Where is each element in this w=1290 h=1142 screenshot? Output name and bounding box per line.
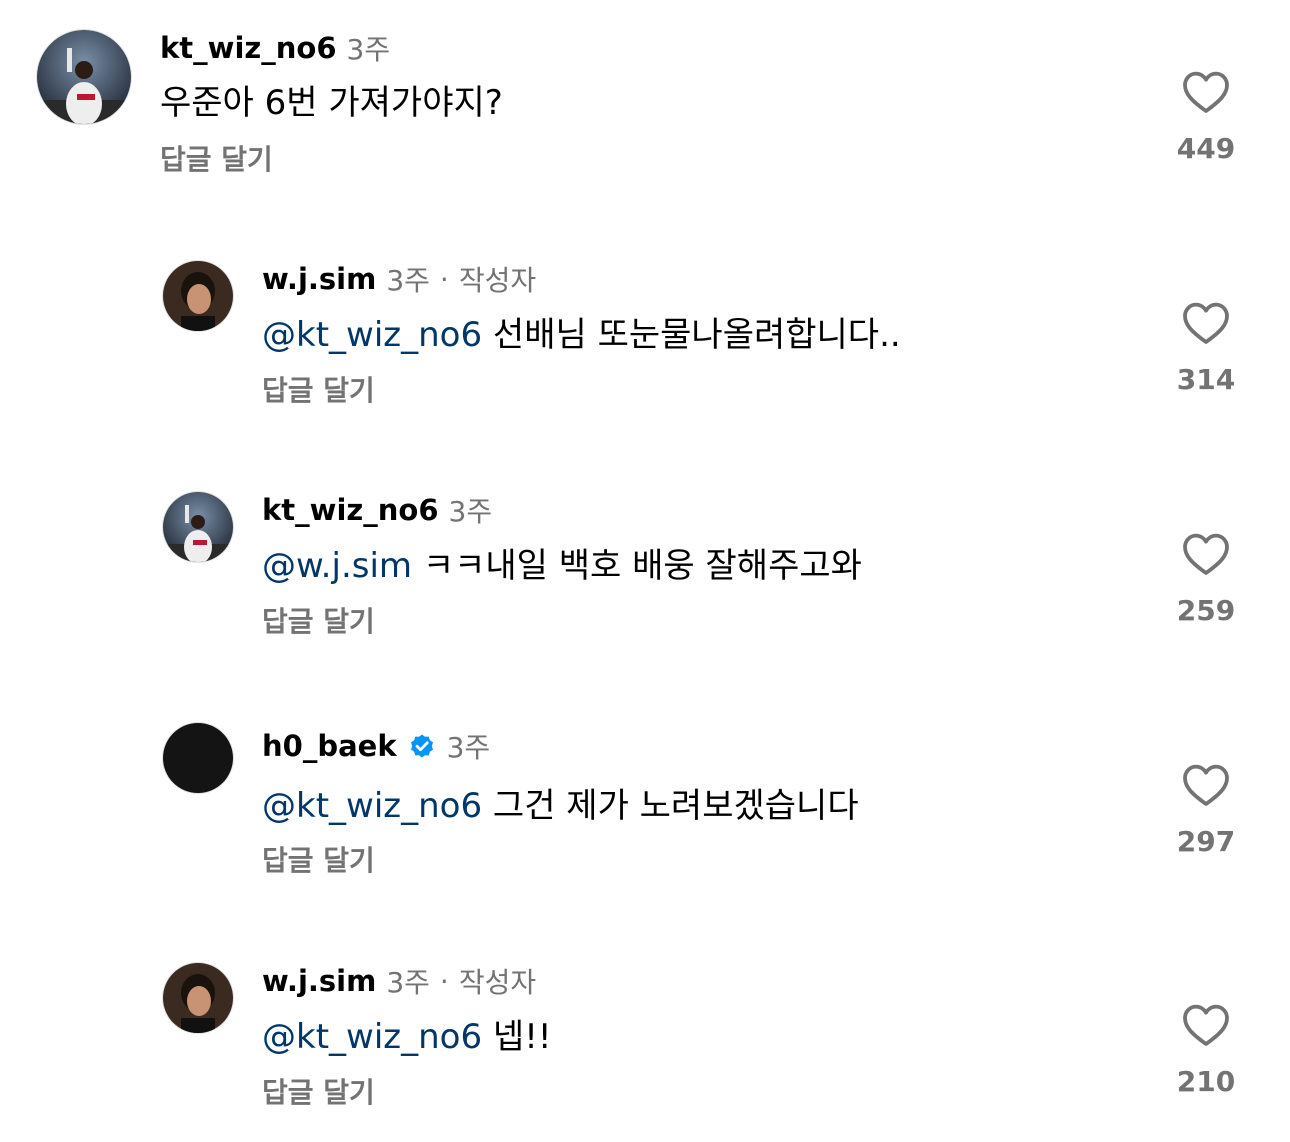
username[interactable]: w.j.sim xyxy=(262,262,376,296)
reply-item: w.j.sim 3주 · 작성자 @kt_wiz_no6 선배님 또눈물나올려합… xyxy=(0,230,1290,461)
like-control: 449 xyxy=(1171,70,1241,165)
reply-button[interactable]: 답글 달기 xyxy=(160,138,273,178)
like-count: 314 xyxy=(1176,363,1236,396)
reply-button[interactable]: 답글 달기 xyxy=(262,1071,375,1111)
like-control: 314 xyxy=(1171,301,1241,396)
timestamp: 3주 xyxy=(346,33,391,66)
like-control: 297 xyxy=(1171,763,1241,858)
reply-button[interactable]: 답글 달기 xyxy=(262,839,375,879)
reply-item: kt_wiz_no6 3주 @w.j.sim ㅋㅋ내일 백호 배웅 잘해주고와 … xyxy=(0,461,1290,692)
avatar[interactable] xyxy=(163,723,233,793)
timestamp: 3주 xyxy=(386,966,430,999)
author-tag: 작성자 xyxy=(458,264,537,297)
comment-body: ㅋㅋ내일 백호 배웅 잘해주고와 xyxy=(422,546,862,586)
heart-icon[interactable] xyxy=(1182,70,1230,114)
like-count: 297 xyxy=(1176,825,1236,858)
comment-text: 우준아 6번 가져가야지? xyxy=(160,75,503,124)
verified-badge-icon xyxy=(407,731,437,761)
mention-link[interactable]: @kt_wiz_no6 xyxy=(262,1017,482,1057)
comment-item: kt_wiz_no6 3주 우준아 6번 가져가야지? 답글 달기 449 xyxy=(0,0,1290,230)
like-count: 449 xyxy=(1176,132,1236,165)
username[interactable]: kt_wiz_no6 xyxy=(262,493,439,527)
avatar[interactable] xyxy=(163,492,233,562)
comment-text: @w.j.sim ㅋㅋ내일 백호 배웅 잘해주고와 xyxy=(262,538,862,587)
comment-body: 그건 제가 노려보겠습니다 xyxy=(492,786,859,826)
author-tag: 작성자 xyxy=(458,966,537,999)
mention-link[interactable]: @w.j.sim xyxy=(262,546,412,586)
heart-icon[interactable] xyxy=(1182,1003,1230,1047)
comment-text: @kt_wiz_no6 그건 제가 노려보겠습니다 xyxy=(262,778,859,827)
reply-item: h0_baek 3주 @kt_wiz_no6 그건 제가 노려보겠습니다 답글 … xyxy=(0,692,1290,930)
comment-text: @kt_wiz_no6 선배님 또눈물나올려합니다.. xyxy=(262,307,901,356)
timestamp: 3주 xyxy=(446,731,491,764)
heart-icon[interactable] xyxy=(1182,532,1230,576)
mention-link[interactable]: @kt_wiz_no6 xyxy=(262,315,482,355)
avatar[interactable] xyxy=(37,30,131,124)
like-control: 259 xyxy=(1171,532,1241,627)
heart-icon[interactable] xyxy=(1182,301,1230,345)
username[interactable]: kt_wiz_no6 xyxy=(160,31,337,65)
comment-text: @kt_wiz_no6 넵!! xyxy=(262,1009,551,1058)
like-count: 259 xyxy=(1176,594,1236,627)
like-control: 210 xyxy=(1171,1003,1241,1098)
like-count: 210 xyxy=(1176,1065,1236,1098)
reply-button[interactable]: 답글 달기 xyxy=(262,369,375,409)
mention-link[interactable]: @kt_wiz_no6 xyxy=(262,786,482,826)
separator-dot: · xyxy=(439,964,449,998)
heart-icon[interactable] xyxy=(1182,763,1230,807)
avatar[interactable] xyxy=(163,963,233,1033)
comment-body: 선배님 또눈물나올려합니다.. xyxy=(492,315,901,355)
timestamp: 3주 xyxy=(386,264,430,297)
timestamp: 3주 xyxy=(448,495,493,528)
reply-button[interactable]: 답글 달기 xyxy=(262,600,375,640)
comment-body: 우준아 6번 가져가야지? xyxy=(160,83,503,123)
reply-item: w.j.sim 3주 · 작성자 @kt_wiz_no6 넵!! 답글 달기 2… xyxy=(0,930,1290,1142)
avatar[interactable] xyxy=(163,261,233,331)
username[interactable]: h0_baek xyxy=(262,729,397,763)
separator-dot: · xyxy=(439,262,449,296)
comment-body: 넵!! xyxy=(492,1017,552,1057)
username[interactable]: w.j.sim xyxy=(262,964,376,998)
